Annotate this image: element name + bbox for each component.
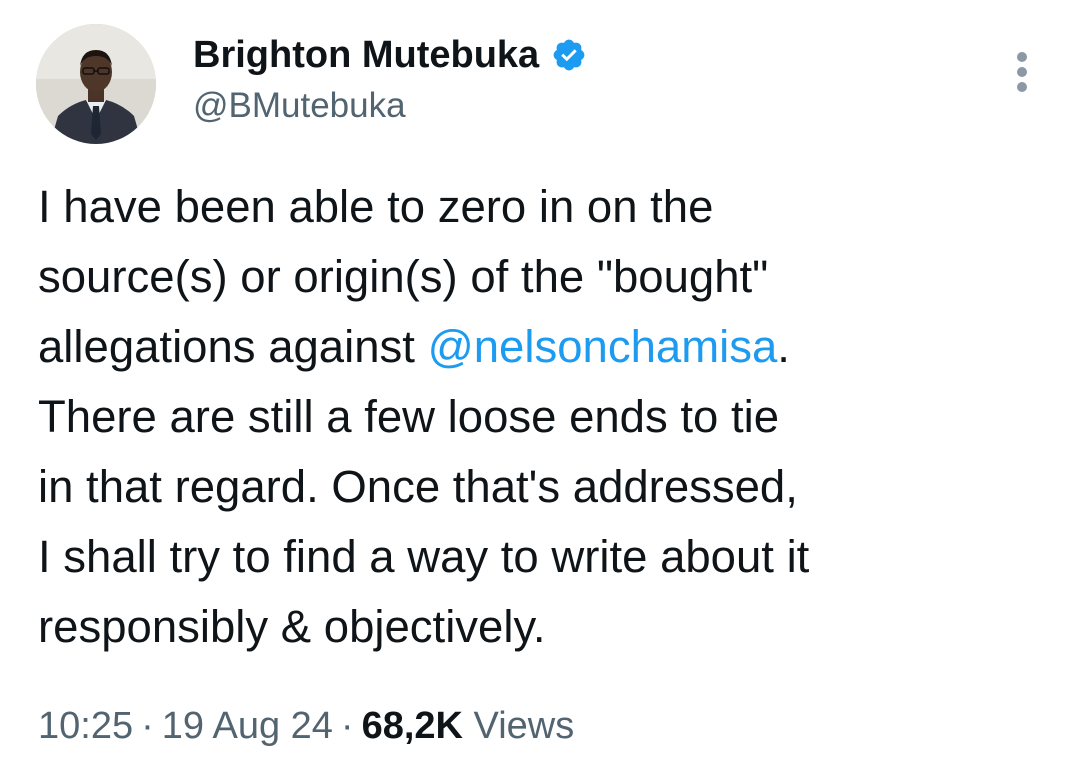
tweet-text-line: I shall try to find a way to write about…	[38, 531, 810, 582]
meta-separator: ·	[340, 705, 354, 747]
tweet-date[interactable]: 19 Aug 24	[162, 705, 333, 747]
more-options-button[interactable]	[1008, 50, 1036, 94]
views-count[interactable]: 68,2K	[362, 705, 463, 747]
more-vertical-icon	[1017, 52, 1027, 62]
tweet-meta: 10:25 · 19 Aug 24 · 68,2K Views	[38, 700, 574, 752]
tweet-card: Brighton Mutebuka @BMutebuka I have been…	[0, 0, 1080, 782]
views-label[interactable]: Views	[474, 705, 575, 747]
display-name[interactable]: Brighton Mutebuka	[193, 34, 539, 77]
tweet-text: I have been able to zero in on the sourc…	[38, 172, 1048, 662]
verified-badge-icon[interactable]	[551, 37, 587, 73]
tweet-text-line: allegations against @nelsonchamisa.	[38, 312, 1048, 382]
avatar[interactable]	[36, 24, 156, 144]
tweet-text-line: There are still a few loose ends to tie	[38, 391, 780, 442]
tweet-text-segment: .	[777, 321, 790, 372]
author-name-row: Brighton Mutebuka	[193, 32, 587, 78]
more-vertical-icon-dot	[1017, 67, 1027, 77]
avatar-photo-icon	[36, 24, 156, 144]
tweet-text-line: source(s) or origin(s) of the "bought"	[38, 251, 769, 302]
author-handle[interactable]: @BMutebuka	[193, 86, 406, 126]
tweet-time[interactable]: 10:25	[38, 705, 133, 747]
tweet-text-line: in that regard. Once that's addressed,	[38, 461, 798, 512]
mention-link[interactable]: @nelsonchamisa	[428, 321, 778, 372]
meta-separator: ·	[141, 705, 154, 747]
tweet-text-line: I have been able to zero in on the	[38, 181, 714, 232]
more-vertical-icon-dot	[1017, 82, 1027, 92]
tweet-text-segment: allegations against	[38, 321, 428, 372]
tweet-text-line: responsibly & objectively.	[38, 601, 546, 652]
